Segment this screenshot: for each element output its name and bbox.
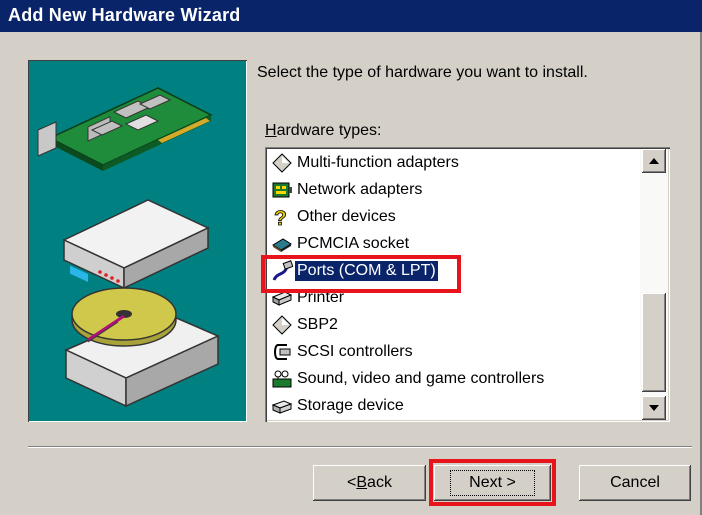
list-item-scsi-controllers[interactable]: SCSI controllers (267, 339, 637, 365)
separator-line (28, 446, 692, 448)
multifunction-adapter-icon (272, 153, 292, 173)
back-button[interactable]: < Back (313, 465, 426, 501)
list-item-pcmcia-socket[interactable]: PCMCIA socket (267, 231, 637, 257)
list-item-other-devices[interactable]: ? Other devices (267, 204, 637, 230)
arrow-up-icon (649, 158, 659, 164)
list-item-multifunction-adapters[interactable]: Multi-function adapters (267, 150, 637, 176)
sound-video-game-icon (272, 370, 292, 388)
scroll-down-button[interactable] (642, 396, 666, 420)
modem-icon (62, 199, 210, 290)
hardware-types-listbox[interactable]: Multi-function adapters Network adapters… (265, 147, 670, 422)
list-item-ports-com-lpt[interactable]: Ports (COM & LPT) (267, 258, 637, 284)
disk-drive-icon (64, 287, 220, 408)
diamond-device-icon (272, 315, 292, 335)
pcmcia-socket-icon (272, 238, 292, 252)
storage-device-icon (271, 400, 293, 414)
title-bar: Add New Hardware Wizard (0, 0, 702, 32)
wizard-illustration (28, 60, 247, 422)
port-cable-icon (272, 260, 293, 281)
list-item-sound-video-game[interactable]: Sound, video and game controllers (267, 366, 637, 392)
next-button-label: Next > (450, 470, 535, 496)
scsi-controller-icon (274, 344, 291, 360)
cancel-button[interactable]: Cancel (579, 465, 691, 501)
window-title: Add New Hardware Wizard (8, 5, 241, 25)
scroll-up-button[interactable] (642, 149, 666, 173)
arrow-down-icon (649, 405, 659, 411)
list-item-printer[interactable]: Printer (267, 285, 637, 311)
network-adapter-icon (272, 182, 292, 198)
printer-icon (271, 291, 293, 306)
expansion-card-icon (37, 87, 213, 171)
list-item-storage-device[interactable]: Storage device (267, 393, 637, 419)
list-item-network-adapters[interactable]: Network adapters (267, 177, 637, 203)
instruction-text: Select the type of hardware you want to … (257, 64, 588, 81)
list-scrollbar[interactable] (640, 149, 668, 420)
svg-text:?: ? (274, 207, 287, 228)
question-mark-icon: ? (274, 207, 288, 228)
scrollbar-thumb[interactable] (642, 293, 666, 392)
next-button[interactable]: Next > (434, 465, 551, 501)
hardware-types-label: Hardware types: (265, 122, 382, 139)
list-item-sbp2[interactable]: SBP2 (267, 312, 637, 338)
